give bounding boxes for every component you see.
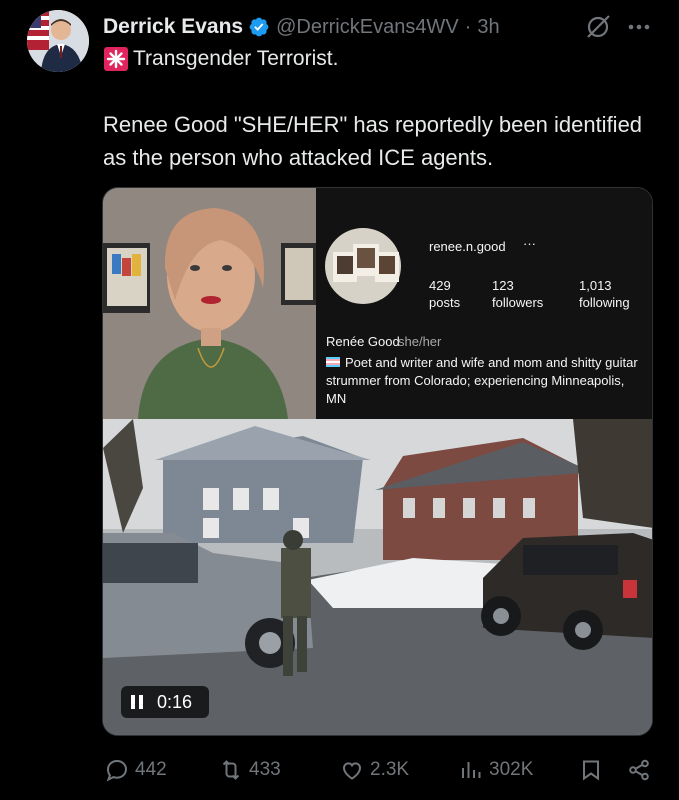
share-icon bbox=[629, 759, 649, 781]
reply-icon bbox=[106, 759, 128, 782]
grok-icon[interactable] bbox=[583, 12, 613, 42]
views-button[interactable]: 302K bbox=[459, 758, 533, 782]
verified-badge-icon bbox=[249, 17, 269, 37]
video-timecode: 0:16 bbox=[157, 691, 193, 712]
stat-label: posts bbox=[429, 295, 461, 310]
profile-stat-posts: 429 posts bbox=[429, 277, 460, 311]
bookmark-icon bbox=[583, 760, 599, 781]
author-avatar[interactable] bbox=[27, 10, 89, 72]
profile-more: ··· bbox=[523, 236, 536, 251]
stat-value: 1,013 bbox=[579, 278, 612, 293]
post-video[interactable] bbox=[102, 187, 653, 736]
profile-bio: Poet and writer and wife and mom and shi… bbox=[326, 354, 642, 408]
profile-pronouns: she/her bbox=[398, 334, 442, 349]
bio-text: Poet and writer and wife and mom and shi… bbox=[326, 355, 638, 406]
profile-stat-followers: 123 followers bbox=[492, 277, 543, 311]
reply-button[interactable]: 442 bbox=[105, 758, 167, 782]
post-body: Renee Good "SHE/HER" has reportedly been… bbox=[103, 112, 643, 170]
like-icon bbox=[342, 762, 362, 780]
repost-icon bbox=[222, 760, 240, 780]
profile-stat-following: 1,013 following bbox=[579, 277, 630, 311]
trans-flag-icon bbox=[326, 357, 340, 367]
stat-value: 429 bbox=[429, 278, 451, 293]
bookmark-button[interactable] bbox=[579, 758, 609, 782]
video-frame bbox=[103, 188, 652, 735]
profile-username: renee.n.good bbox=[429, 239, 506, 254]
post-time[interactable]: 3h bbox=[477, 16, 499, 39]
like-count: 2.3K bbox=[370, 759, 410, 780]
post-headline: Transgender Terrorist. bbox=[103, 46, 338, 72]
like-button[interactable]: 2.3K bbox=[340, 758, 409, 782]
views-icon bbox=[462, 762, 481, 778]
post-actions: 442 433 2.3K 302K bbox=[0, 752, 679, 792]
separator: · bbox=[464, 15, 472, 38]
video-controls[interactable]: 0:16 bbox=[121, 686, 209, 718]
reply-count: 442 bbox=[135, 759, 167, 780]
more-icon[interactable] bbox=[626, 14, 666, 40]
author-name[interactable]: Derrick Evans bbox=[103, 15, 243, 39]
stat-label: following bbox=[579, 295, 630, 310]
post-header: Derrick Evans @DerrickEvans4WV · 3h bbox=[103, 12, 669, 42]
siren-icon bbox=[104, 47, 128, 71]
repost-button[interactable]: 433 bbox=[219, 758, 281, 782]
author-handle[interactable]: @DerrickEvans4WV bbox=[276, 16, 459, 39]
views-count: 302K bbox=[489, 759, 534, 780]
profile-display-name: Renée Good bbox=[326, 334, 400, 349]
share-button[interactable] bbox=[627, 758, 657, 782]
stat-value: 123 bbox=[492, 278, 514, 293]
headline-text: Transgender Terrorist. bbox=[133, 47, 339, 70]
stat-label: followers bbox=[492, 295, 544, 310]
repost-count: 433 bbox=[249, 759, 281, 780]
pause-icon[interactable] bbox=[131, 695, 143, 709]
